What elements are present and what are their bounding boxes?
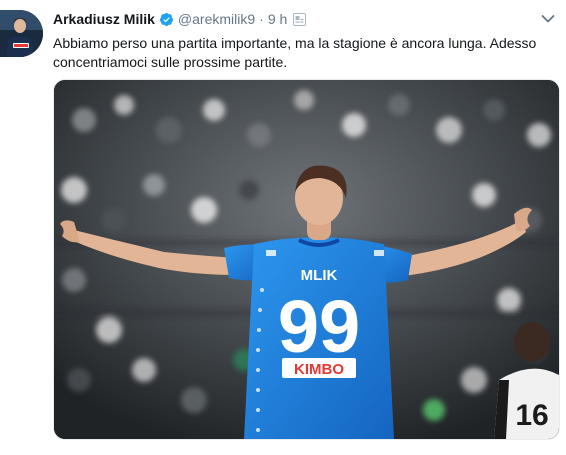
timestamp-link[interactable]: 9 h: [268, 11, 287, 27]
sponsor-text: KIMBO: [294, 361, 344, 378]
tweet[interactable]: Arkadiusz Milik @arekmilik9 · 9 h Abbiam…: [0, 0, 566, 455]
chevron-down-icon[interactable]: [541, 11, 555, 23]
author-name[interactable]: Arkadiusz Milik: [53, 11, 155, 27]
tweet-header: Arkadiusz Milik @arekmilik9 · 9 h: [53, 10, 307, 28]
author-handle[interactable]: @arekmilik9: [178, 11, 255, 27]
tweet-photo[interactable]: 16 MLIK 99 KIMBO: [53, 79, 560, 440]
avatar[interactable]: [0, 10, 43, 57]
jersey-number: 99: [278, 285, 360, 368]
tweet-text: Abbiamo perso una partita importante, ma…: [53, 35, 537, 70]
jersey-name: MLIK: [301, 267, 338, 284]
bg-player-number: 16: [515, 399, 548, 432]
verified-badge-icon: [159, 12, 174, 27]
translate-icon[interactable]: [293, 12, 307, 26]
separator-dot: ·: [259, 11, 264, 27]
